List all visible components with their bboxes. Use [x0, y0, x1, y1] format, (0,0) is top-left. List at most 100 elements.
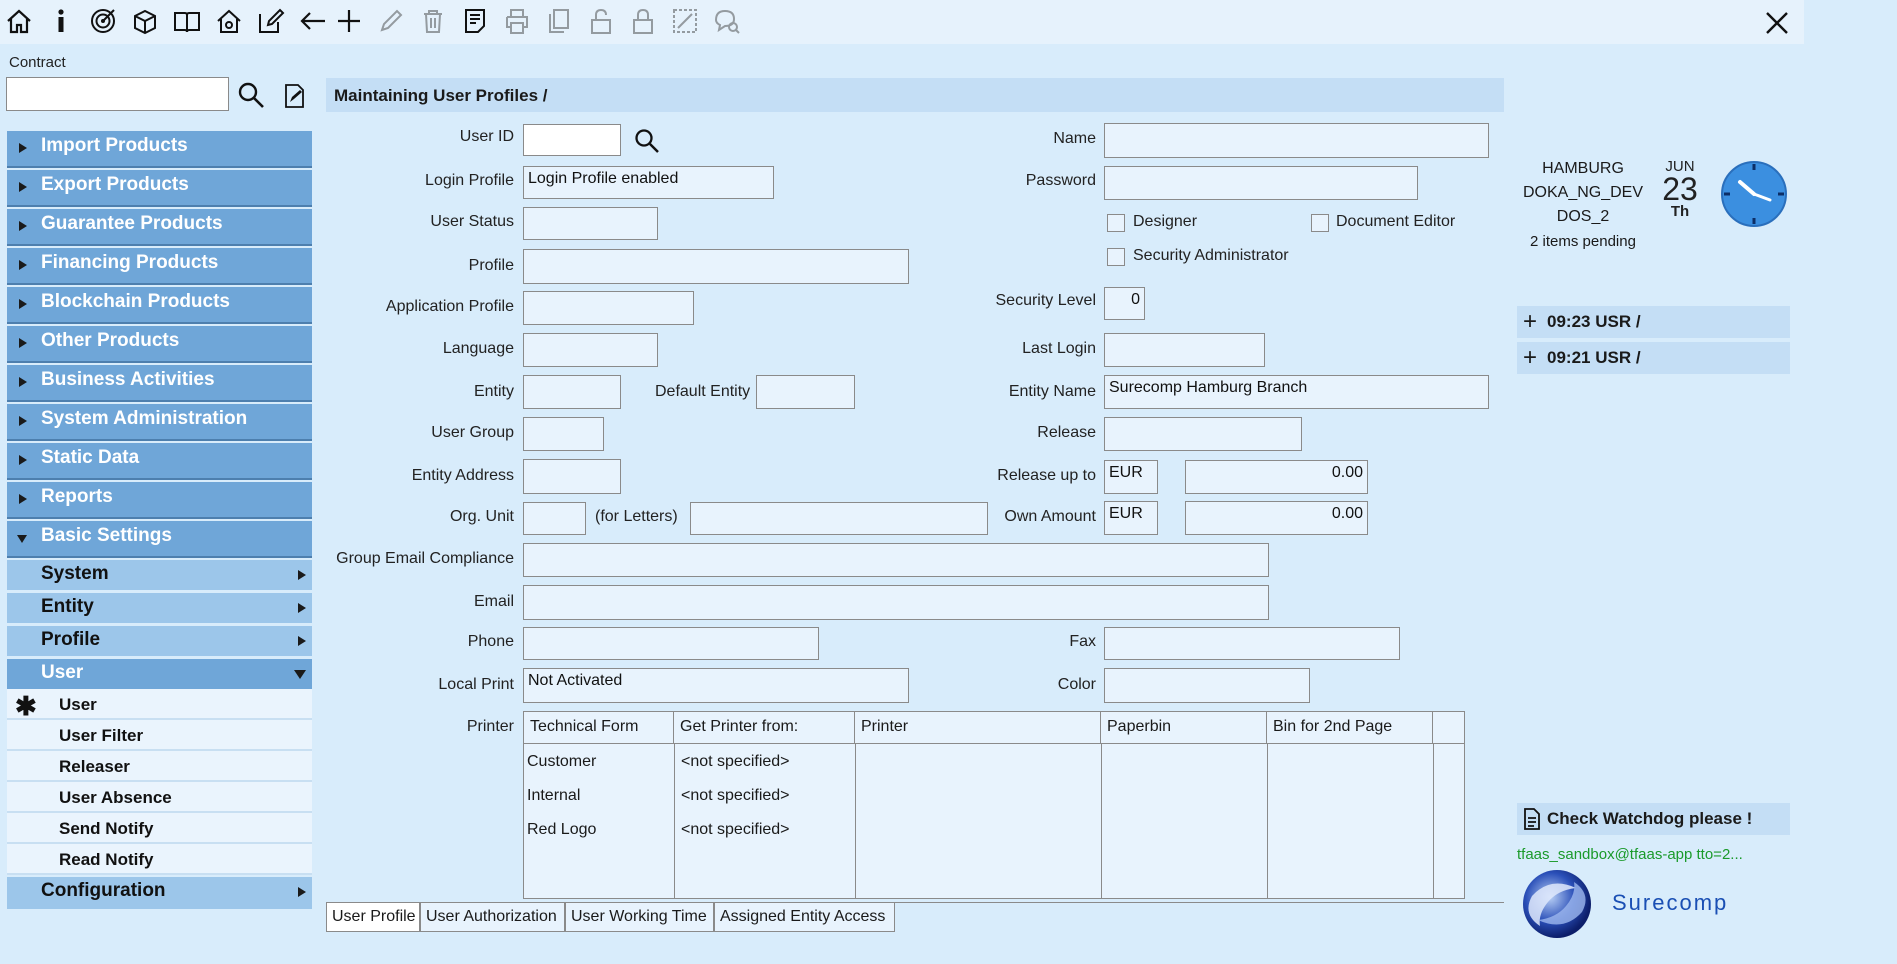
column-header-technical-form[interactable]: Technical Form [524, 712, 674, 744]
sidebar-item-business-activities[interactable]: Business Activities [7, 365, 312, 402]
entity-name-field[interactable]: Surecomp Hamburg Branch [1104, 375, 1489, 409]
tab-user-profile[interactable]: User Profile [326, 902, 420, 932]
release-currency-field[interactable]: EUR [1104, 460, 1158, 494]
security-administrator-checkbox[interactable] [1107, 248, 1125, 266]
close-icon[interactable] [1760, 6, 1794, 40]
login-profile-field[interactable]: Login Profile enabled [523, 166, 774, 199]
table-cell-get-printer-from[interactable]: <not specified> [681, 787, 790, 805]
print-icon[interactable] [500, 4, 534, 38]
document-editor-checkbox[interactable] [1311, 214, 1329, 232]
sidebar-item-basic-settings[interactable]: Basic Settings [7, 521, 312, 558]
release-amount-field[interactable]: 0.00 [1185, 460, 1368, 494]
sidebar-item-import-products[interactable]: Import Products [7, 131, 312, 168]
sidebar-item-blockchain-products[interactable]: Blockchain Products [7, 287, 312, 324]
sidebar-item-system-administration[interactable]: System Administration [7, 404, 312, 441]
sidebar-leaf-send-notify[interactable]: Send Notify [7, 813, 312, 844]
house-settings-icon[interactable] [212, 4, 246, 38]
task-item[interactable]: + 09:23 USR / [1517, 306, 1790, 338]
info-icon[interactable] [44, 4, 78, 38]
entity-field[interactable] [523, 375, 621, 409]
tab-user-working-time[interactable]: User Working Time [565, 902, 714, 932]
security-level-field[interactable]: 0 [1104, 287, 1145, 320]
expand-plus-icon[interactable]: + [1523, 344, 1537, 372]
pencil-icon[interactable] [374, 4, 408, 38]
back-arrow-icon[interactable] [296, 4, 330, 38]
column-header-printer[interactable]: Printer [855, 712, 1101, 744]
table-cell-technical-form[interactable]: Internal [527, 787, 580, 805]
sidebar-item-export-products[interactable]: Export Products [7, 170, 312, 207]
name-field[interactable] [1104, 123, 1489, 158]
org-unit-field[interactable] [523, 502, 586, 535]
user-status-field[interactable] [523, 207, 658, 240]
table-cell-get-printer-from[interactable]: <not specified> [681, 821, 790, 839]
document-list-icon[interactable] [458, 4, 492, 38]
tab-assigned-entity-access[interactable]: Assigned Entity Access [714, 902, 895, 932]
column-divider [674, 744, 675, 898]
sidebar-item-guarantee-products[interactable]: Guarantee Products [7, 209, 312, 246]
sidebar-subitem-configuration[interactable]: Configuration [7, 877, 312, 909]
pending-items-link[interactable]: 2 items pending [1518, 233, 1648, 250]
table-cell-technical-form[interactable]: Red Logo [527, 821, 596, 839]
group-email-compliance-field[interactable] [523, 543, 1269, 577]
environment-text: DOKA_NG_DEV [1522, 184, 1644, 201]
expand-plus-icon[interactable]: + [1523, 308, 1537, 336]
phone-field[interactable] [523, 627, 819, 660]
designer-checkbox[interactable] [1107, 214, 1125, 232]
column-header-paperbin[interactable]: Paperbin [1101, 712, 1267, 744]
copy-icon[interactable] [542, 4, 576, 38]
watchdog-alert[interactable]: Check Watchdog please ! [1517, 803, 1790, 835]
user-id-input[interactable] [523, 124, 621, 156]
release-field[interactable] [1104, 417, 1302, 451]
sidebar-item-reports[interactable]: Reports [7, 482, 312, 519]
application-profile-field[interactable] [523, 291, 694, 325]
password-label: Password [1025, 172, 1096, 189]
box-export-icon[interactable] [128, 4, 162, 38]
book-icon[interactable] [170, 4, 204, 38]
column-header-bin-2nd-page[interactable]: Bin for 2nd Page [1267, 712, 1433, 744]
contract-document-icon[interactable] [282, 82, 308, 110]
sidebar-item-other-products[interactable]: Other Products [7, 326, 312, 363]
sidebar-subitem-system[interactable]: System [7, 560, 312, 590]
sidebar-item-static-data[interactable]: Static Data [7, 443, 312, 480]
email-field[interactable] [523, 585, 1269, 620]
contract-search-icon[interactable] [236, 80, 266, 110]
own-currency-field[interactable]: EUR [1104, 501, 1158, 535]
entity-address-field[interactable] [523, 459, 621, 494]
sidebar-subitem-entity[interactable]: Entity [7, 593, 312, 623]
default-entity-field[interactable] [756, 375, 855, 409]
sidebar-subitem-user[interactable]: User [7, 659, 312, 689]
sidebar-leaf-user-absence[interactable]: User Absence [7, 782, 312, 813]
own-amount-field[interactable]: 0.00 [1185, 501, 1368, 535]
sidebar-leaf-releaser[interactable]: Releaser [7, 751, 312, 782]
color-field[interactable] [1104, 668, 1310, 703]
lock-icon[interactable] [626, 4, 660, 38]
profile-field[interactable] [523, 249, 909, 284]
edit-icon[interactable] [254, 4, 288, 38]
user-id-search-icon[interactable] [633, 127, 661, 155]
rubber-stamp-icon[interactable] [668, 4, 702, 38]
table-cell-get-printer-from[interactable]: <not specified> [681, 753, 790, 771]
table-cell-technical-form[interactable]: Customer [527, 753, 596, 771]
target-icon[interactable] [86, 4, 120, 38]
home-icon[interactable] [2, 4, 36, 38]
column-header-get-printer-from[interactable]: Get Printer from: [674, 712, 855, 744]
local-print-field[interactable]: Not Activated [523, 668, 909, 703]
task-item[interactable]: + 09:21 USR / [1517, 342, 1790, 374]
sidebar-leaf-read-notify[interactable]: Read Notify [7, 844, 312, 875]
sidebar-leaf-user-filter[interactable]: User Filter [7, 720, 312, 751]
sidebar-leaf-user[interactable]: ✱ User [7, 689, 312, 721]
fax-field[interactable] [1104, 627, 1400, 660]
password-field[interactable] [1104, 166, 1418, 200]
language-field[interactable] [523, 333, 658, 367]
unlock-icon[interactable] [584, 4, 618, 38]
search-chat-icon[interactable] [710, 4, 744, 38]
document-icon [1522, 808, 1542, 830]
sidebar-subitem-profile[interactable]: Profile [7, 626, 312, 656]
user-group-field[interactable] [523, 417, 604, 451]
sidebar-item-financing-products[interactable]: Financing Products [7, 248, 312, 285]
contract-input[interactable] [6, 77, 229, 111]
trash-icon[interactable] [416, 4, 450, 38]
tab-user-authorization[interactable]: User Authorization [420, 902, 565, 932]
last-login-field[interactable] [1104, 333, 1265, 367]
add-icon[interactable] [332, 4, 366, 38]
